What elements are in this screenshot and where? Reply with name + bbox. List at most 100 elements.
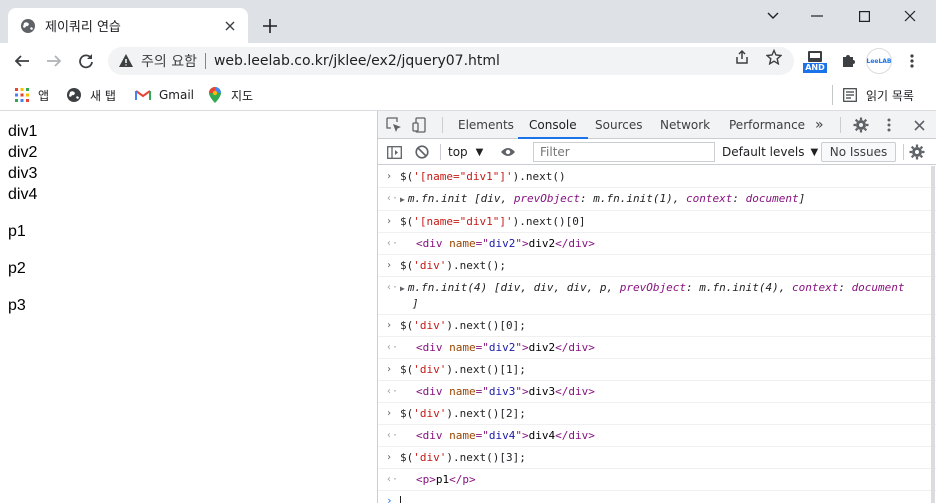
devtools-tabbar: Elements Console Sources Network Perform… <box>378 111 936 139</box>
console-result-line[interactable]: ‹· ▶ m.fn.init [div, prevObject: m.fn.init… <box>378 188 936 211</box>
bookmark-gmail[interactable]: Gmail <box>135 84 194 106</box>
eye-icon[interactable] <box>500 144 516 160</box>
console-result-line[interactable]: ‹· <p>p1</p> <box>378 469 936 491</box>
code-token: '[name="div1"]' <box>413 215 513 228</box>
code-token: <div <box>416 341 450 354</box>
console-input-line[interactable]: › $('div').next(); <box>378 255 936 277</box>
star-icon[interactable] <box>766 49 782 65</box>
device-toolbar-icon[interactable] <box>412 117 428 133</box>
code-token: ).next()[0] <box>512 215 586 228</box>
tab-console[interactable]: Console <box>518 111 588 139</box>
close-icon[interactable] <box>222 18 238 34</box>
browser-window: 제이쿼리 연습 주의 요함 web.leelab.co.kr/jklee/ex2… <box>0 0 936 503</box>
code-token: p1 <box>435 473 450 486</box>
console-result-line[interactable]: ‹· <div name="div2">div2</div> <box>378 233 936 255</box>
console-input-line[interactable]: › $('[name="div1"]').next() <box>378 166 936 188</box>
menu-button[interactable] <box>902 48 922 74</box>
profile-avatar[interactable]: LeeLAB <box>866 48 892 74</box>
close-devtools-icon[interactable] <box>911 117 927 133</box>
console-result-line[interactable]: ‹· <div name="div3">div3</div> <box>378 381 936 403</box>
tab-sources[interactable]: Sources <box>595 111 642 139</box>
url-text[interactable]: web.leelab.co.kr/jklee/ex2/jquery07.html <box>214 53 500 69</box>
forward-button[interactable] <box>41 48 67 74</box>
code-token: 'div' <box>413 451 447 464</box>
extension-and-button[interactable]: AND <box>802 49 828 75</box>
log-levels-dropdown[interactable]: Default levels ▼ <box>722 143 818 161</box>
levels-label: Default levels <box>722 145 805 159</box>
code-token: prevObject <box>513 192 581 205</box>
divider <box>903 144 904 160</box>
tab-search-button[interactable] <box>750 6 796 26</box>
console-input-line[interactable]: › $('div').next()[3]; <box>378 447 936 469</box>
console-result-line[interactable]: ‹· <div name="div2">div2</div> <box>378 337 936 359</box>
code-token: name <box>449 237 476 250</box>
return-arrow-icon: ‹· <box>386 238 399 249</box>
code-token: =" <box>475 341 489 354</box>
p2-text: p2 <box>8 260 26 277</box>
bookmark-maps[interactable]: 지도 <box>207 84 253 106</box>
code-token: div3 <box>528 385 556 398</box>
chevron-right-icon: › <box>386 452 393 463</box>
address-bar[interactable]: 주의 요함 web.leelab.co.kr/jklee/ex2/jquery0… <box>108 47 794 75</box>
chevron-right-icon: › <box>386 408 393 419</box>
tab-elements[interactable]: Elements <box>458 111 514 139</box>
context-selector[interactable]: top ▼ <box>448 143 483 161</box>
window-close-button[interactable] <box>887 6 933 26</box>
new-tab-button[interactable] <box>260 16 280 36</box>
console-result-line[interactable]: ‹· ▶ m.fn.init(4) [div, div, div, p, prevO… <box>378 277 936 315</box>
code-token: prevObject <box>619 281 686 294</box>
reading-list-button[interactable]: 읽기 목록 <box>842 84 914 106</box>
issues-button[interactable]: No Issues <box>821 142 896 162</box>
chevron-right-icon: › <box>386 216 393 227</box>
sidebar-toggle-icon[interactable] <box>386 144 402 160</box>
apps-grid-icon <box>14 87 30 103</box>
bookmark-apps[interactable]: 앱 <box>14 84 49 106</box>
minimize-button[interactable] <box>794 6 840 26</box>
code-token: ] <box>412 297 419 310</box>
console-input-line[interactable]: › $('[name="div1"]').next()[0] <box>378 211 936 233</box>
more-vert-icon[interactable] <box>881 117 897 133</box>
inspect-element-icon[interactable] <box>386 117 402 133</box>
console-input-line[interactable]: › $('div').next()[0]; <box>378 315 936 337</box>
code-token: : m.fn.init(4), <box>685 281 792 294</box>
console-prompt[interactable]: › <box>378 491 936 503</box>
more-tabs-button[interactable]: » <box>815 111 824 139</box>
browser-toolbar: 주의 요함 web.leelab.co.kr/jklee/ex2/jquery0… <box>0 43 936 79</box>
maximize-icon <box>858 10 870 22</box>
console-settings-gear-icon[interactable] <box>909 144 925 160</box>
code-token: "> <box>515 385 529 398</box>
more-vert-icon <box>910 54 914 68</box>
console-input-line[interactable]: › $('div').next()[1]; <box>378 359 936 381</box>
code-token: $( <box>400 170 414 183</box>
bookmark-new-tab[interactable]: 새 탭 <box>66 84 116 106</box>
code-token: div2 <box>488 237 516 250</box>
tab-network[interactable]: Network <box>660 111 710 139</box>
extension-badge: AND <box>803 63 827 73</box>
bookmark-label: 새 탭 <box>90 88 116 103</box>
expand-triangle-icon[interactable]: ▶ <box>400 192 405 207</box>
code-token: $( <box>400 215 414 228</box>
reload-button[interactable] <box>73 48 99 74</box>
code-token: </div> <box>555 237 595 250</box>
console-result-line[interactable]: ‹· <div name="div4">div4</div> <box>378 425 936 447</box>
code-token: : <box>732 192 746 205</box>
div4-text: div4 <box>8 186 38 203</box>
code-token: : <box>838 281 852 294</box>
settings-gear-icon[interactable] <box>853 117 869 133</box>
code-token: ).next() <box>512 170 566 183</box>
console-messages[interactable]: › $('[name="div1"]').next() ‹· ▶ m.fn.init [… <box>378 166 936 503</box>
browser-tab[interactable]: 제이쿼리 연습 <box>8 8 248 43</box>
page-content: div1 div2 div3 div4 p1 p2 p3 <box>0 111 377 503</box>
maximize-button[interactable] <box>841 6 887 26</box>
back-button[interactable] <box>9 48 35 74</box>
console-scrollbar[interactable] <box>930 166 936 503</box>
expand-triangle-icon[interactable]: ▶ <box>400 281 405 296</box>
code-token: context <box>686 192 733 205</box>
bookmark-label: 앱 <box>38 88 50 103</box>
extensions-button[interactable] <box>838 48 858 74</box>
filter-input[interactable] <box>533 142 715 162</box>
tab-performance[interactable]: Performance <box>729 111 805 139</box>
clear-console-icon[interactable] <box>414 144 430 160</box>
console-input-line[interactable]: › $('div').next()[2]; <box>378 403 936 425</box>
share-icon[interactable] <box>734 49 750 65</box>
